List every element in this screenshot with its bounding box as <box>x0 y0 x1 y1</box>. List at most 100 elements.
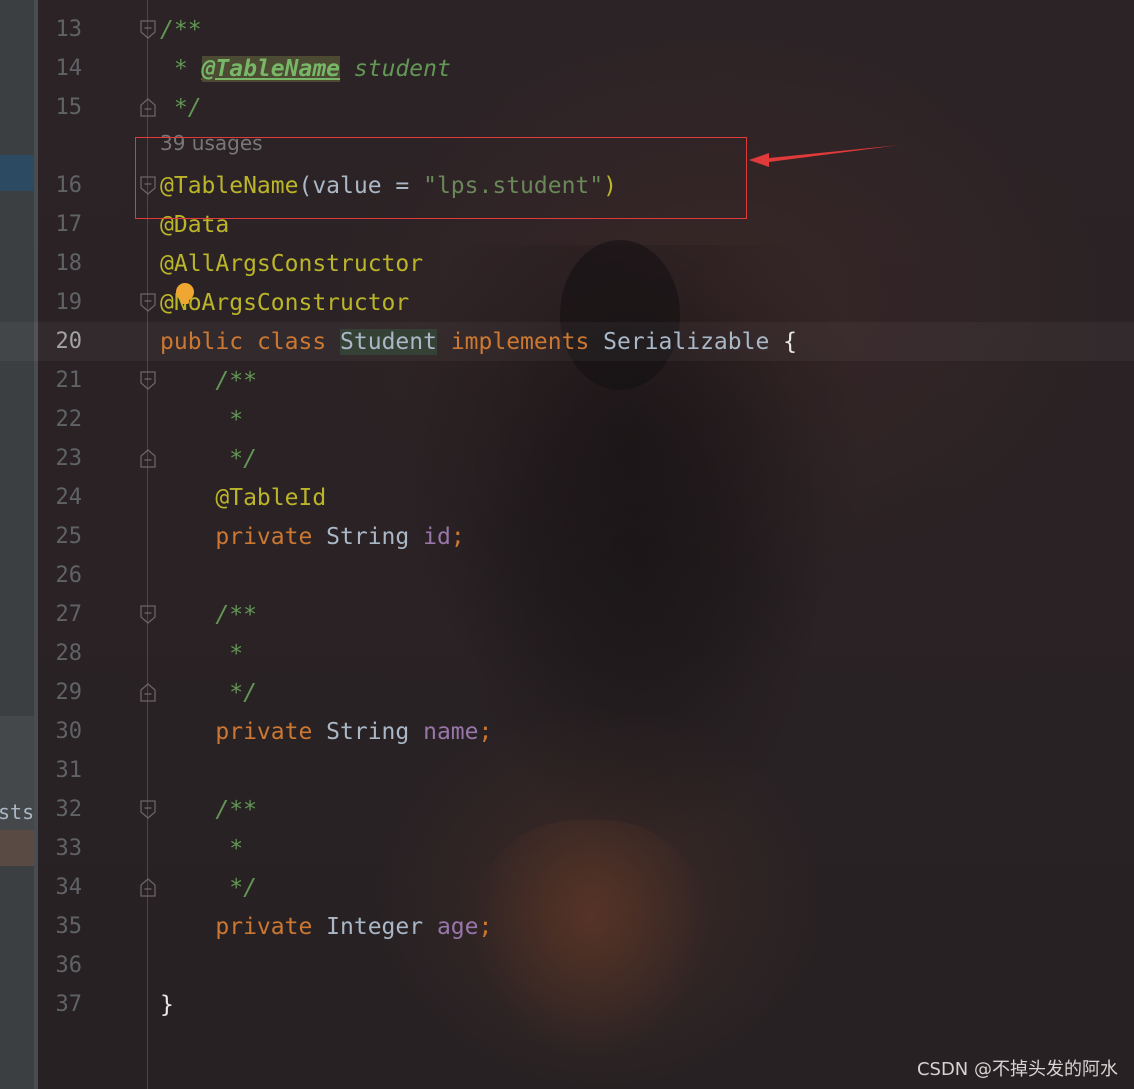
code-token: private <box>160 524 327 550</box>
line-number[interactable]: 19 <box>42 290 83 316</box>
code-text[interactable]: */ <box>160 93 202 123</box>
code-line[interactable]: 28 * <box>0 634 1134 673</box>
line-number[interactable]: 18 <box>42 251 83 277</box>
line-number[interactable]: 33 <box>42 836 83 862</box>
code-line[interactable]: 25 private String id; <box>0 517 1134 556</box>
line-number[interactable]: 22 <box>42 407 83 433</box>
code-text[interactable]: public class Student implements Serializ… <box>160 327 797 357</box>
code-text[interactable]: * <box>160 639 243 669</box>
fold-end-icon[interactable] <box>140 449 156 468</box>
code-line[interactable]: 36 <box>0 946 1134 985</box>
fold-end-icon[interactable] <box>140 878 156 897</box>
code-line[interactable]: 20 public class Student implements Serial… <box>0 322 1134 361</box>
line-number[interactable]: 15 <box>42 95 83 121</box>
code-token: /** <box>160 797 257 823</box>
code-line[interactable]: 24 @TableId <box>0 478 1134 517</box>
line-number[interactable]: 26 <box>42 563 83 589</box>
code-token: /** <box>160 602 257 628</box>
line-number[interactable]: 29 <box>42 680 83 706</box>
line-number[interactable]: 23 <box>42 446 83 472</box>
code-line[interactable]: 18 @AllArgsConstructor <box>0 244 1134 283</box>
line-number[interactable]: 28 <box>42 641 83 667</box>
annotation-arrow-icon <box>749 145 900 167</box>
code-line[interactable]: 13 /** <box>0 10 1134 49</box>
code-text[interactable]: */ <box>160 444 257 474</box>
code-token: ; <box>450 524 465 550</box>
code-line[interactable]: 23 */ <box>0 439 1134 478</box>
code-line[interactable]: 33 * <box>0 829 1134 868</box>
fold-start-icon[interactable] <box>140 800 156 819</box>
line-number[interactable]: 34 <box>42 875 83 901</box>
code-line[interactable]: 29 */ <box>0 673 1134 712</box>
line-number[interactable]: 37 <box>42 992 83 1018</box>
code-text[interactable]: /** <box>160 15 202 45</box>
code-line[interactable]: 19 @NoArgsConstructor <box>0 283 1134 322</box>
line-number[interactable]: 13 <box>42 17 83 43</box>
code-text[interactable]: */ <box>160 678 257 708</box>
code-token: Integer <box>326 914 437 940</box>
line-number[interactable]: 24 <box>42 485 83 511</box>
intention-bulb-icon[interactable] <box>176 283 194 304</box>
fold-start-icon[interactable] <box>140 605 156 624</box>
line-number[interactable]: 31 <box>42 758 83 784</box>
code-text[interactable]: /** <box>160 600 257 630</box>
line-number[interactable]: 17 <box>42 212 83 238</box>
code-text[interactable]: private String name; <box>160 717 492 747</box>
code-text[interactable]: */ <box>160 873 257 903</box>
code-text[interactable]: * <box>160 405 243 435</box>
code-line[interactable]: 30 private String name; <box>0 712 1134 751</box>
code-line[interactable]: 15 */ <box>0 88 1134 127</box>
code-line[interactable]: 21 /** <box>0 361 1134 400</box>
line-number[interactable]: 30 <box>42 719 83 745</box>
fold-start-icon[interactable] <box>140 293 156 312</box>
code-text[interactable]: /** <box>160 366 257 396</box>
code-token: } <box>160 992 174 1018</box>
code-token: */ <box>160 95 202 121</box>
code-token: */ <box>160 875 257 901</box>
code-line[interactable]: 31 <box>0 751 1134 790</box>
code-token: /** <box>160 368 257 394</box>
code-text[interactable]: private String id; <box>160 522 465 552</box>
code-token: @AllArgsConstructor <box>160 251 424 277</box>
fold-start-icon[interactable] <box>140 371 156 390</box>
line-number[interactable]: 14 <box>42 56 83 82</box>
line-number[interactable]: 35 <box>42 914 83 940</box>
line-number[interactable]: 36 <box>42 953 83 979</box>
code-line[interactable]: 14 * @TableName student <box>0 49 1134 88</box>
watermark: CSDN @不掉头发的阿水 <box>916 1059 1118 1080</box>
code-token: age <box>436 914 479 940</box>
line-number[interactable]: 16 <box>42 173 83 199</box>
code-token: * <box>160 641 244 667</box>
code-token: */ <box>160 680 257 706</box>
line-number[interactable]: 32 <box>42 797 83 823</box>
code-line[interactable]: 37} <box>0 985 1134 1024</box>
code-text[interactable]: } <box>160 990 174 1020</box>
code-token: private <box>160 914 327 940</box>
line-number[interactable]: 27 <box>42 602 83 628</box>
code-line[interactable]: 34 */ <box>0 868 1134 907</box>
fold-end-icon[interactable] <box>140 98 156 117</box>
code-line[interactable]: 26 <box>0 556 1134 595</box>
code-text[interactable]: @AllArgsConstructor <box>160 249 423 279</box>
line-number[interactable]: 20 <box>42 329 83 355</box>
code-text[interactable]: /** <box>160 795 257 825</box>
code-text[interactable]: * <box>160 834 243 864</box>
code-token: Student <box>340 329 437 355</box>
code-token: /** <box>160 17 202 43</box>
code-text[interactable]: private Integer age; <box>160 912 492 942</box>
code-line[interactable]: 32 /** <box>0 790 1134 829</box>
code-line[interactable]: 22 * <box>0 400 1134 439</box>
code-line[interactable]: 27 /** <box>0 595 1134 634</box>
code-text[interactable]: @TableId <box>160 483 326 513</box>
code-line[interactable]: 35 private Integer age; <box>0 907 1134 946</box>
code-token: ; <box>478 719 493 745</box>
code-token: * <box>160 836 244 862</box>
code-token: class <box>256 329 341 355</box>
highlight-annotation-box <box>135 137 747 219</box>
line-number[interactable]: 21 <box>42 368 83 394</box>
code-text[interactable]: * @TableName student <box>160 54 451 84</box>
line-number[interactable]: 25 <box>42 524 83 550</box>
fold-end-icon[interactable] <box>140 683 156 702</box>
code-text[interactable]: @NoArgsConstructor <box>160 288 409 318</box>
fold-start-icon[interactable] <box>140 20 156 39</box>
